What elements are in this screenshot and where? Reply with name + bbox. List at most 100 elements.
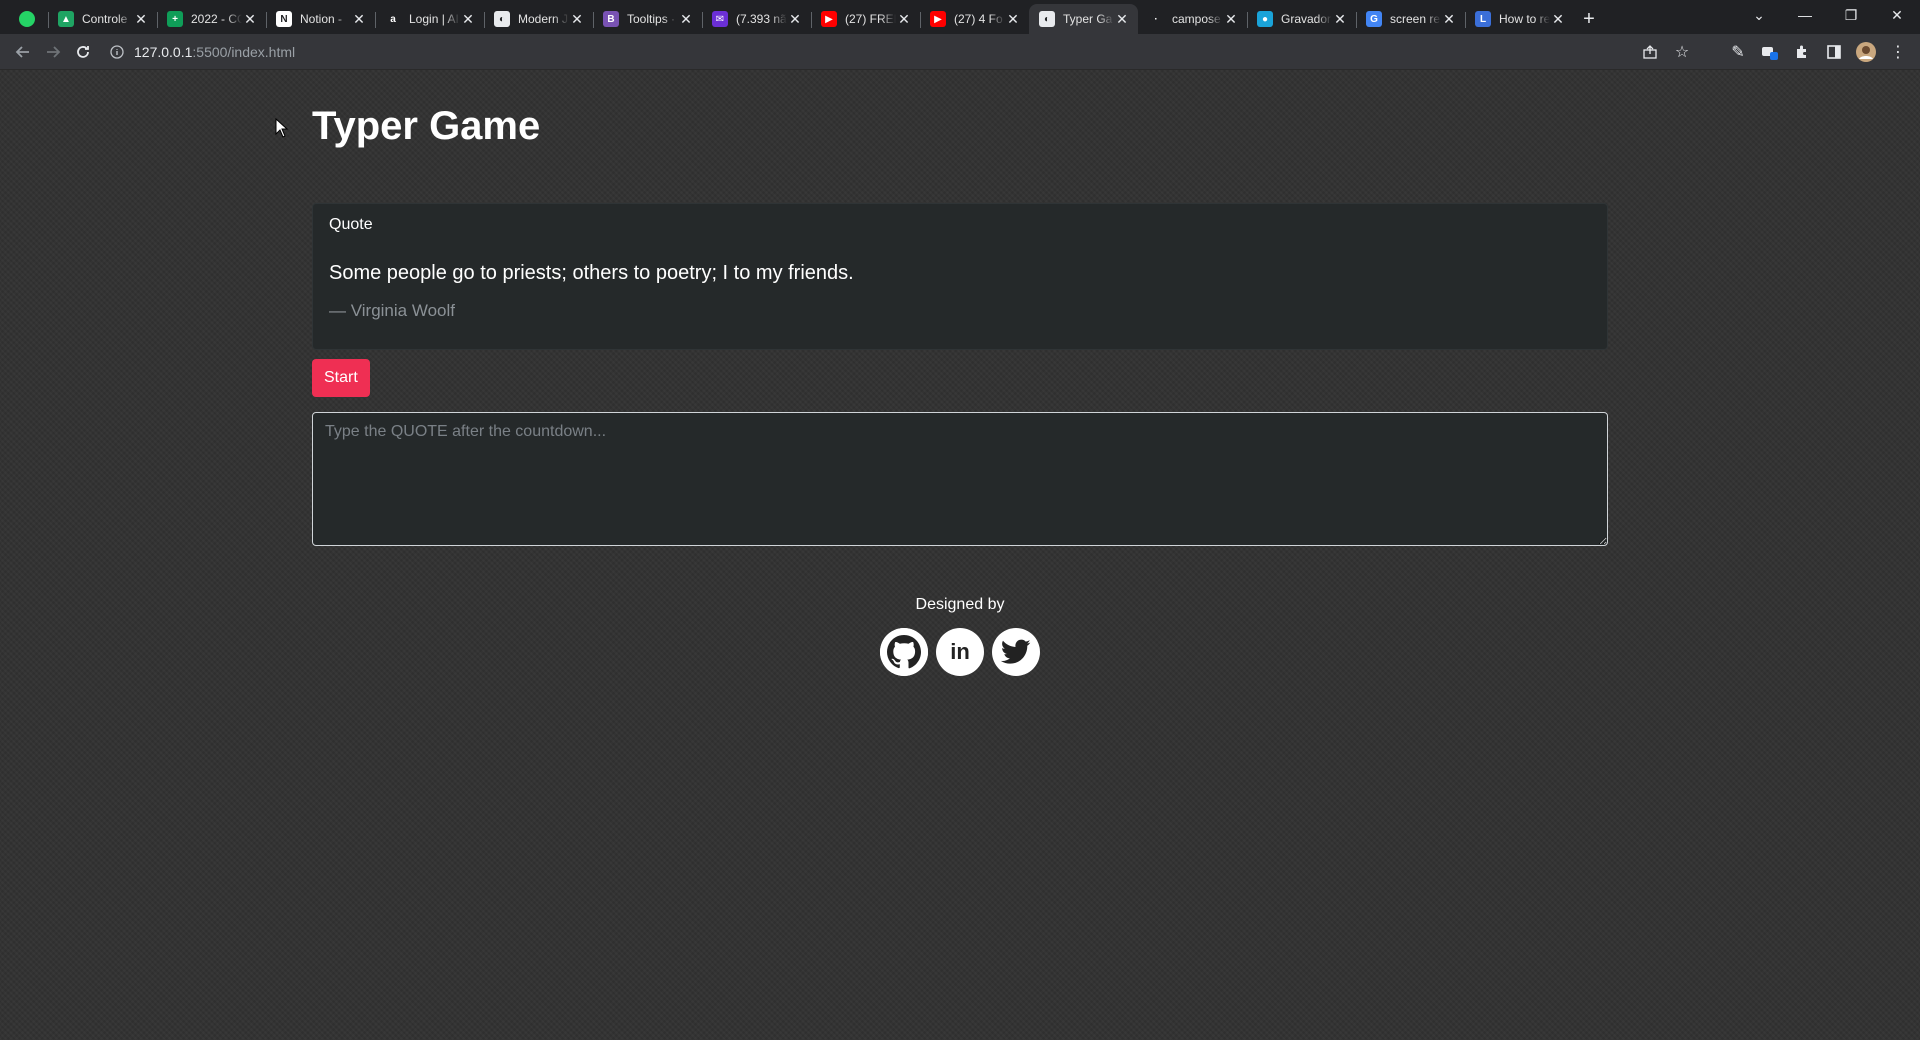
url-path: :5500/index.html xyxy=(192,43,296,60)
pen-extension-icon[interactable]: ✎ xyxy=(1724,38,1752,66)
arrow-right-icon xyxy=(47,45,61,58)
linkedin-link[interactable]: in xyxy=(936,628,984,676)
tab-title: (27) FREE xyxy=(845,12,896,26)
browser-tab[interactable]: +2022 - CC ✕ xyxy=(157,4,266,34)
github-icon xyxy=(880,628,928,676)
tab-title: screen re xyxy=(1390,12,1441,26)
browser-tab[interactable]: N Notion - ✕ xyxy=(266,4,375,34)
tab-favicon-icon: G xyxy=(1366,11,1382,27)
browser-tab-strip: ▲ Controle ✕ +2022 - CC ✕ N Notion - ✕ a Login | … xyxy=(0,0,1920,34)
tab-favicon-icon: a xyxy=(385,11,401,27)
tab-close-icon[interactable]: ✕ xyxy=(351,11,367,28)
tab-close-icon[interactable]: ✕ xyxy=(1441,11,1457,28)
new-tab-button[interactable]: + xyxy=(1574,4,1604,34)
window-controls: ⌄ — ❐ ✕ xyxy=(1736,0,1920,30)
tab-close-icon[interactable]: ✕ xyxy=(1332,11,1348,28)
browser-tab[interactable]: ✉ (7.393 nã ✕ xyxy=(702,4,811,34)
tab-favicon-icon: ▶ xyxy=(821,11,837,27)
forward-button[interactable] xyxy=(38,37,68,67)
arrow-left-icon xyxy=(15,45,29,58)
browser-tab[interactable]: ▶ (27) 4 Fo ✕ xyxy=(920,4,1029,34)
tab-search-icon[interactable]: ⌄ xyxy=(1736,0,1782,30)
tab-close-icon[interactable]: ✕ xyxy=(787,11,803,28)
browser-tab[interactable]: L How to re ✕ xyxy=(1465,4,1574,34)
tab-close-icon[interactable]: ✕ xyxy=(1114,11,1130,28)
tab-title: Typer Ga xyxy=(1063,12,1113,26)
tab-close-icon[interactable]: ✕ xyxy=(678,11,694,28)
tab-favicon-icon: + xyxy=(167,11,183,27)
tab-close-icon[interactable]: ✕ xyxy=(896,11,912,28)
footer-text: Designed by xyxy=(915,596,1005,613)
share-icon[interactable] xyxy=(1636,38,1664,66)
reload-icon xyxy=(77,45,89,58)
tab-close-icon[interactable]: ✕ xyxy=(569,11,585,28)
tab-title: (7.393 nã xyxy=(736,12,787,26)
extensions-puzzle-icon[interactable] xyxy=(1788,38,1816,66)
browser-tab[interactable]: ◐ Modern J ✕ xyxy=(484,4,593,34)
start-button[interactable]: Start xyxy=(312,359,370,397)
quote-card-header: Quote xyxy=(329,216,373,233)
tab-favicon-icon: ● xyxy=(1257,11,1273,27)
toolbar-icons: ☆ ✎ ⋮ xyxy=(1636,38,1912,66)
tab-favicon-icon xyxy=(19,11,35,27)
site-info-icon[interactable] xyxy=(106,44,128,59)
browser-tab[interactable]: B Tooltips · ✕ xyxy=(593,4,702,34)
tab-title: Tooltips · xyxy=(627,12,676,26)
address-bar[interactable]: 127.0.0.1:5500/index.html xyxy=(106,38,1636,66)
tab-close-icon[interactable]: ✕ xyxy=(1005,11,1021,28)
tab-title: Login | AI xyxy=(409,12,459,26)
tab-title: campose xyxy=(1172,12,1221,26)
tab-favicon-icon: ◐ xyxy=(1039,11,1055,27)
page-title: Typer Game xyxy=(312,104,541,148)
social-links: in xyxy=(312,628,1608,676)
browser-tab[interactable]: · campose ✕ xyxy=(1138,4,1247,34)
footer: Designed by in xyxy=(312,596,1608,676)
browser-tab[interactable]: Gscreen re ✕ xyxy=(1356,4,1465,34)
tab-favicon-icon: N xyxy=(276,11,292,27)
url-host: 127.0.0.1 xyxy=(134,43,193,60)
tab-title: Modern J xyxy=(518,12,569,26)
tab-title: How to re xyxy=(1499,12,1550,26)
tab-close-icon[interactable]: ✕ xyxy=(460,11,476,28)
tab-favicon-icon: ✉ xyxy=(712,11,728,27)
tab-favicon-icon: · xyxy=(1148,11,1164,27)
tab-title: Controle xyxy=(82,12,128,26)
linkedin-icon: in xyxy=(950,639,970,664)
tab-close-icon[interactable]: ✕ xyxy=(242,11,258,28)
back-button[interactable] xyxy=(8,37,38,67)
twitter-icon xyxy=(1001,639,1031,664)
tab-favicon-icon: ▶ xyxy=(930,11,946,27)
quote-text: Some people go to priests; others to poe… xyxy=(329,262,854,284)
quote-card: Quote Some people go to priests; others … xyxy=(312,203,1608,350)
browser-tab[interactable]: ▲ Controle ✕ xyxy=(48,4,157,34)
reload-button[interactable] xyxy=(68,37,98,67)
tab-active[interactable]: ◐ Typer Ga ✕ xyxy=(1029,4,1138,34)
restore-button[interactable]: ❐ xyxy=(1828,0,1874,30)
tab-title: 2022 - CC xyxy=(191,12,242,26)
browser-tab[interactable]: a Login | AI ✕ xyxy=(375,4,484,34)
close-window-button[interactable]: ✕ xyxy=(1874,0,1920,30)
tab-title: Gravador xyxy=(1281,12,1332,26)
quote-typing-input[interactable] xyxy=(312,412,1608,546)
tab-favicon-icon: L xyxy=(1475,11,1491,27)
browser-tab[interactable]: ▶ (27) FREE✕ xyxy=(811,4,920,34)
side-panel-icon[interactable] xyxy=(1820,38,1848,66)
profile-avatar-icon[interactable] xyxy=(1852,38,1880,66)
extension-badge-icon[interactable] xyxy=(1756,38,1784,66)
browser-tab[interactable]: ● Gravador ✕ xyxy=(1247,4,1356,34)
tab-favicon-icon: ▲ xyxy=(58,11,74,27)
minimize-button[interactable]: — xyxy=(1782,0,1828,30)
browser-toolbar: 127.0.0.1:5500/index.html ☆ ✎ ⋮ xyxy=(0,34,1920,70)
quote-author: — Virginia Woolf xyxy=(329,301,455,320)
tab-close-icon[interactable]: ✕ xyxy=(133,11,149,28)
tab-close-icon[interactable]: ✕ xyxy=(1223,11,1239,28)
bookmark-star-icon[interactable]: ☆ xyxy=(1668,38,1696,66)
browser-tab[interactable] xyxy=(6,4,48,34)
tab-title: (27) 4 Fo xyxy=(954,12,1003,26)
tab-close-icon[interactable]: ✕ xyxy=(1550,11,1566,28)
github-link[interactable] xyxy=(880,628,928,676)
tab-title: Notion - xyxy=(300,12,343,26)
page-content: Typer Game Quote Some people go to pries… xyxy=(0,70,1920,1040)
kebab-menu-icon[interactable]: ⋮ xyxy=(1884,38,1912,66)
twitter-link[interactable] xyxy=(992,628,1040,676)
